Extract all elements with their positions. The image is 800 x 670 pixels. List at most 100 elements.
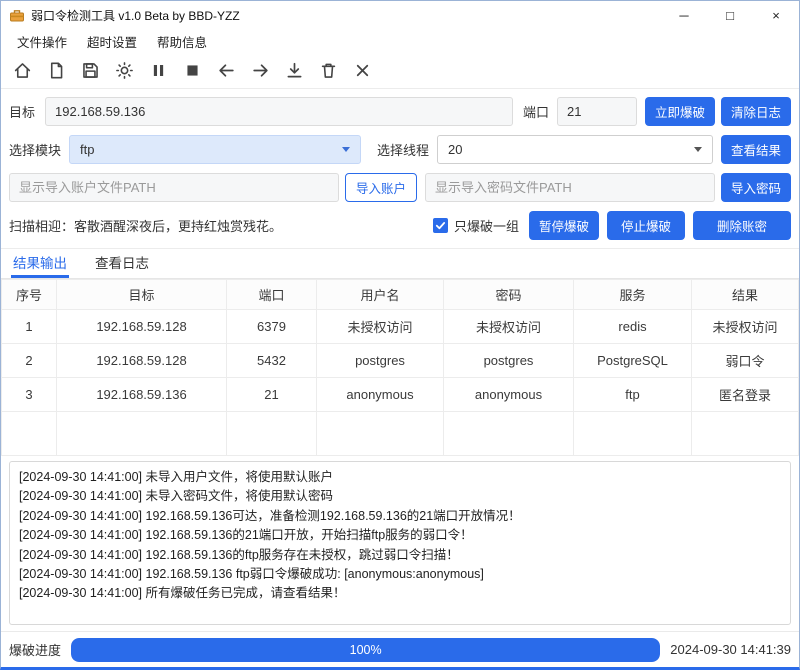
table-header-row: 序号 目标 端口 用户名 密码 服务 结果 [2,280,799,310]
greeting-text: 客散酒醒深夜后，更持红烛赏残花。 [74,216,282,235]
module-label: 选择模块 [9,140,61,159]
forward-arrow-icon[interactable] [245,57,275,85]
results-table: 序号 目标 端口 用户名 密码 服务 结果 1 192.168.59.128 6… [1,279,799,456]
new-file-icon[interactable] [41,57,71,85]
title-bar: 弱口令检测工具 v1.0 Beta by BBD-YZZ ─ □ × [1,1,799,29]
pause-icon[interactable] [143,57,173,85]
stop-icon[interactable] [177,57,207,85]
cell-username: postgres [317,344,444,378]
action-row: 扫描相迎： 客散酒醒深夜后，更持红烛赏残花。 只爆破一组 暂停爆破 停止爆破 删… [9,211,791,240]
log-line: [2024-09-30 14:41:00] 未导入密码文件，将使用默认密码 [19,487,781,506]
only-one-group-label: 只爆破一组 [454,216,519,235]
menu-item-help-info[interactable]: 帮助信息 [147,29,217,54]
module-select[interactable]: ftp [69,135,361,164]
cell-password: 未授权访问 [444,310,574,344]
tab-bar: 结果输出 查看日志 [1,249,799,279]
col-header-target: 目标 [57,280,227,310]
account-path-input[interactable] [9,173,339,202]
home-icon[interactable] [7,57,37,85]
control-panel: 目标 端口 立即爆破 清除日志 选择模块 ftp 选择线程 20 查看结果 导入… [1,89,799,249]
chevron-down-icon [342,147,350,152]
col-header-index: 序号 [2,280,57,310]
cell-username: anonymous [317,378,444,412]
log-output[interactable]: [2024-09-30 14:41:00] 未导入用户文件，将使用默认账户 [2… [9,461,791,625]
toolbar [1,53,799,89]
window-controls: ─ □ × [661,1,799,29]
app-icon [9,7,25,23]
log-line: [2024-09-30 14:41:00] 未导入用户文件，将使用默认账户 [19,468,781,487]
stop-brute-button[interactable]: 停止爆破 [607,211,685,240]
port-input[interactable] [557,97,637,126]
maximize-button[interactable]: □ [707,1,753,29]
view-results-button[interactable]: 查看结果 [721,135,791,164]
log-line: [2024-09-30 14:41:00] 所有爆破任务已完成，请查看结果！ [19,584,781,603]
col-header-result: 结果 [692,280,799,310]
delete-credentials-button[interactable]: 删除账密 [693,211,791,240]
save-icon[interactable] [75,57,105,85]
cell-target: 192.168.59.128 [57,344,227,378]
cell-service: redis [574,310,692,344]
threads-select[interactable]: 20 [437,135,713,164]
back-arrow-icon[interactable] [211,57,241,85]
module-row: 选择模块 ftp 选择线程 20 查看结果 [9,135,791,164]
status-timestamp: 2024-09-30 14:41:39 [670,642,791,657]
tab-results-output[interactable]: 结果输出 [11,249,69,278]
cell-port: 6379 [227,310,317,344]
table-row[interactable]: 1 192.168.59.128 6379 未授权访问 未授权访问 redis … [2,310,799,344]
menu-item-timeout-settings[interactable]: 超时设置 [77,29,147,54]
import-accounts-button[interactable]: 导入账户 [345,173,417,202]
menu-item-file-ops[interactable]: 文件操作 [7,29,77,54]
threads-label: 选择线程 [377,140,429,159]
progress-fill: 100% [71,638,660,662]
close-task-icon[interactable] [347,57,377,85]
col-header-username: 用户名 [317,280,444,310]
cell-username: 未授权访问 [317,310,444,344]
cell-result: 未授权访问 [692,310,799,344]
trash-icon[interactable] [313,57,343,85]
cell-index: 2 [2,344,57,378]
greeting-label: 扫描相迎： [9,216,74,235]
check-icon [435,220,446,231]
cell-target: 192.168.59.128 [57,310,227,344]
status-bar: 爆破进度 100% 2024-09-30 14:41:39 [1,631,799,667]
log-line: [2024-09-30 14:41:00] 192.168.59.136 ftp… [19,565,781,584]
target-input[interactable] [45,97,513,126]
import-passwords-button[interactable]: 导入密码 [721,173,791,202]
log-line: [2024-09-30 14:41:00] 192.168.59.136可达，准… [19,507,781,526]
cell-port: 5432 [227,344,317,378]
col-header-password: 密码 [444,280,574,310]
target-row: 目标 端口 立即爆破 清除日志 [9,97,791,126]
menu-bar: 文件操作 超时设置 帮助信息 [1,29,799,53]
cell-result: 弱口令 [692,344,799,378]
table-row[interactable]: 3 192.168.59.136 21 anonymous anonymous … [2,378,799,412]
module-select-value: ftp [80,142,94,157]
cell-result: 匿名登录 [692,378,799,412]
minimize-button[interactable]: ─ [661,1,707,29]
start-brute-button[interactable]: 立即爆破 [645,97,715,126]
close-button[interactable]: × [753,1,799,29]
progress-bar: 100% [71,638,660,662]
cell-index: 3 [2,378,57,412]
log-line: [2024-09-30 14:41:00] 192.168.59.136的ftp… [19,546,781,565]
progress-percent-text: 100% [350,643,382,657]
window-title: 弱口令检测工具 v1.0 Beta by BBD-YZZ [31,7,661,24]
chevron-down-icon [694,147,702,152]
col-header-port: 端口 [227,280,317,310]
cell-service: ftp [574,378,692,412]
download-icon[interactable] [279,57,309,85]
table-empty-row [2,412,799,456]
target-label: 目标 [9,102,35,121]
import-row: 导入账户 导入密码 [9,173,791,202]
settings-gear-icon[interactable] [109,57,139,85]
cell-password: postgres [444,344,574,378]
tab-view-log[interactable]: 查看日志 [93,249,151,278]
table-row[interactable]: 2 192.168.59.128 5432 postgres postgres … [2,344,799,378]
clear-log-button[interactable]: 清除日志 [721,97,791,126]
log-line: [2024-09-30 14:41:00] 192.168.59.136的21端… [19,526,781,545]
col-header-service: 服务 [574,280,692,310]
password-path-input[interactable] [425,173,715,202]
only-one-group-checkbox[interactable] [433,218,448,233]
pause-brute-button[interactable]: 暂停爆破 [529,211,599,240]
port-label: 端口 [523,102,549,121]
cell-port: 21 [227,378,317,412]
